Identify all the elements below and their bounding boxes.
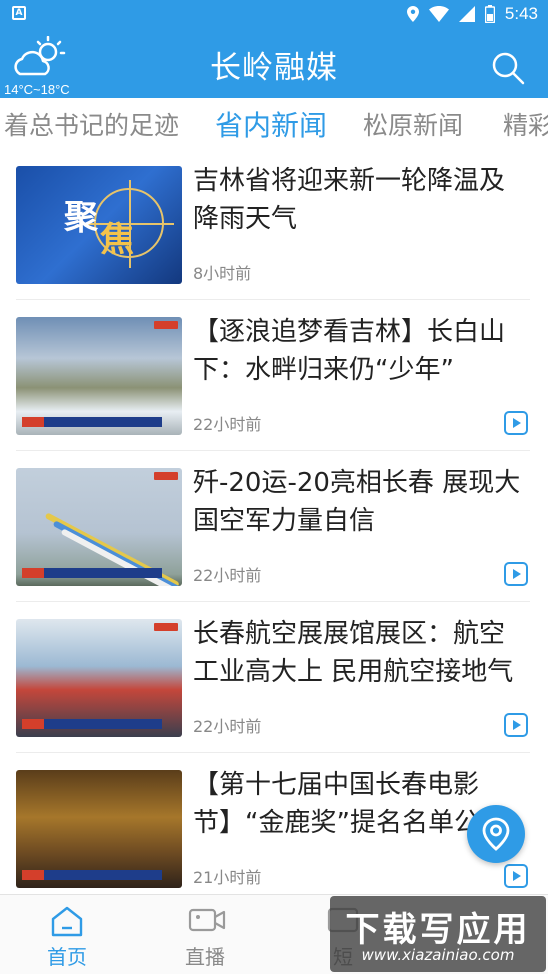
- watermark: 下载写应用 www.xiazainiao.com: [330, 896, 546, 972]
- news-item[interactable]: 【逐浪追梦看吉林】长白山下：水畔归来仍“少年” 22小时前: [16, 301, 530, 451]
- watermark-title: 下载写应用: [345, 910, 531, 950]
- search-button[interactable]: [490, 50, 526, 86]
- signal-icon: [458, 6, 475, 22]
- app-title: 长岭融媒: [210, 50, 338, 86]
- thumbnail-text: 聚: [64, 198, 98, 238]
- tab-following-footsteps[interactable]: 着总书记的足迹: [4, 106, 179, 142]
- news-time: 22小时前: [193, 566, 262, 585]
- news-thumbnail: [16, 619, 182, 737]
- battery-icon: [484, 5, 495, 23]
- nav-label: 直播: [185, 945, 225, 969]
- nav-label: 首页: [47, 945, 87, 969]
- news-title: 【逐浪追梦看吉林】长白山下：水畔归来仍“少年”: [193, 317, 506, 385]
- tab-songyuan-news[interactable]: 松原新闻: [363, 106, 463, 142]
- caption-bar: [22, 719, 162, 729]
- channel-logo: [154, 472, 178, 480]
- app-header: 14°C~18°C 长岭融媒: [0, 28, 548, 98]
- clock: 5:43: [504, 4, 538, 23]
- news-time: 21小时前: [193, 868, 262, 887]
- nav-live[interactable]: 直播: [150, 895, 260, 974]
- news-list: 聚 焦 吉林省将迎来新一轮降温及降雨天气 8小时前 【逐浪追梦看吉林】长白山下：…: [0, 150, 548, 894]
- nav-home[interactable]: 首页: [12, 895, 122, 974]
- news-title: 歼-20运-20亮相长春 展现大国空军力量自信: [193, 468, 521, 536]
- news-item[interactable]: 歼-20运-20亮相长春 展现大国空军力量自信 22小时前: [16, 452, 530, 602]
- play-video-icon: [504, 562, 528, 586]
- news-title: 长春航空展展馆展区：航空工业高大上 民用航空接地气: [193, 619, 514, 687]
- channel-logo: [154, 321, 178, 329]
- location-pin-icon: [482, 817, 510, 851]
- news-time: 8小时前: [193, 264, 252, 283]
- status-icons: 5:43: [406, 0, 538, 28]
- play-video-icon: [504, 411, 528, 435]
- caption-bar: [22, 417, 162, 427]
- channel-logo: [154, 623, 178, 631]
- news-item[interactable]: 长春航空展展馆展区：航空工业高大上 民用航空接地气 22小时前: [16, 603, 530, 753]
- location-button[interactable]: [467, 805, 525, 863]
- search-icon: [492, 52, 525, 85]
- watermark-url: www.xiazainiao.com: [361, 946, 515, 964]
- wifi-icon: [428, 6, 449, 22]
- category-tabs: 着总书记的足迹 省内新闻 松原新闻 精彩: [0, 98, 548, 150]
- news-thumbnail: [16, 468, 182, 586]
- tab-highlights[interactable]: 精彩: [503, 106, 548, 142]
- app-notification-icon: A: [12, 6, 26, 20]
- tab-provincial-news[interactable]: 省内新闻: [215, 104, 327, 144]
- caption-bar: [22, 870, 162, 880]
- news-time: 22小时前: [193, 415, 262, 434]
- play-video-icon: [504, 713, 528, 737]
- home-icon: [51, 906, 83, 937]
- thumbnail-text: 焦: [100, 220, 134, 260]
- status-bar: A 5:43: [0, 0, 548, 28]
- news-time: 22小时前: [193, 717, 262, 736]
- news-item[interactable]: 聚 焦 吉林省将迎来新一轮降温及降雨天气 8小时前: [16, 150, 530, 300]
- news-thumbnail: 聚 焦: [16, 166, 182, 284]
- location-icon: [406, 6, 419, 22]
- news-thumbnail: [16, 317, 182, 435]
- news-title: 吉林省将迎来新一轮降温及降雨天气: [193, 166, 506, 234]
- caption-bar: [22, 568, 162, 578]
- video-camera-icon: [188, 908, 226, 932]
- news-item[interactable]: 【第十七届中国长春电影节】“金鹿奖”提名名单公布 21小时前: [16, 754, 530, 894]
- play-video-icon: [504, 864, 528, 888]
- news-thumbnail: [16, 770, 182, 888]
